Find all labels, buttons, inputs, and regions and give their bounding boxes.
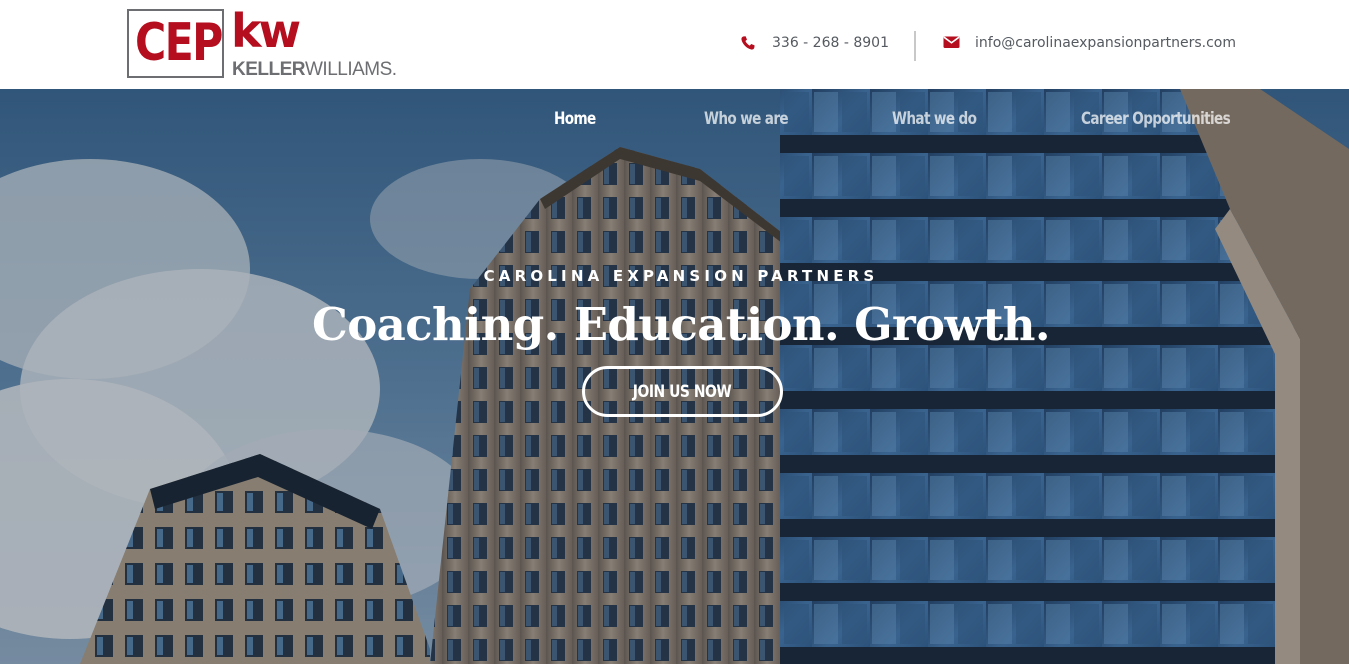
- logo-cep-text: CEP: [135, 13, 223, 73]
- join-us-now-label: JOIN US NOW: [633, 381, 732, 402]
- phone-number: 336 - 268 - 8901: [772, 35, 889, 51]
- logo-keller-williams: KELLERWILLIAMS.: [232, 60, 397, 80]
- email-address: info@carolinaexpansionpartners.com: [975, 35, 1236, 51]
- nav-item-who-we-are[interactable]: Who we are: [704, 109, 789, 129]
- logo-williams-text: WILLIAMS.: [305, 59, 397, 80]
- cep-kw-logo[interactable]: CEP kw KELLERWILLIAMS.: [127, 4, 399, 81]
- join-us-now-button[interactable]: JOIN US NOW: [582, 366, 783, 417]
- phone-icon: [740, 35, 756, 51]
- main-nav: Home Who we are What we do Career Opport…: [0, 109, 1349, 133]
- logo-kw-text: kw: [231, 4, 301, 58]
- nav-item-career-opportunities[interactable]: Career Opportunities: [1081, 109, 1231, 129]
- hero-headline: Coaching. Education. Growth.: [312, 298, 1051, 351]
- phone-contact[interactable]: 336 - 268 - 8901: [740, 30, 889, 56]
- email-contact[interactable]: info@carolinaexpansionpartners.com: [943, 30, 1236, 56]
- logo-cep-box: CEP: [127, 9, 224, 78]
- site-header: CEP kw KELLERWILLIAMS. 336 - 268 - 8901 …: [0, 0, 1349, 89]
- nav-item-what-we-do[interactable]: What we do: [892, 109, 977, 129]
- nav-item-home[interactable]: Home: [554, 109, 596, 129]
- contact-divider: [914, 31, 916, 61]
- hero-section: Home Who we are What we do Career Opport…: [0, 89, 1349, 664]
- hero-eyebrow: CAROLINA EXPANSION PARTNERS: [483, 267, 879, 285]
- envelope-icon: [943, 35, 960, 51]
- logo-keller-text: KELLER: [232, 59, 306, 80]
